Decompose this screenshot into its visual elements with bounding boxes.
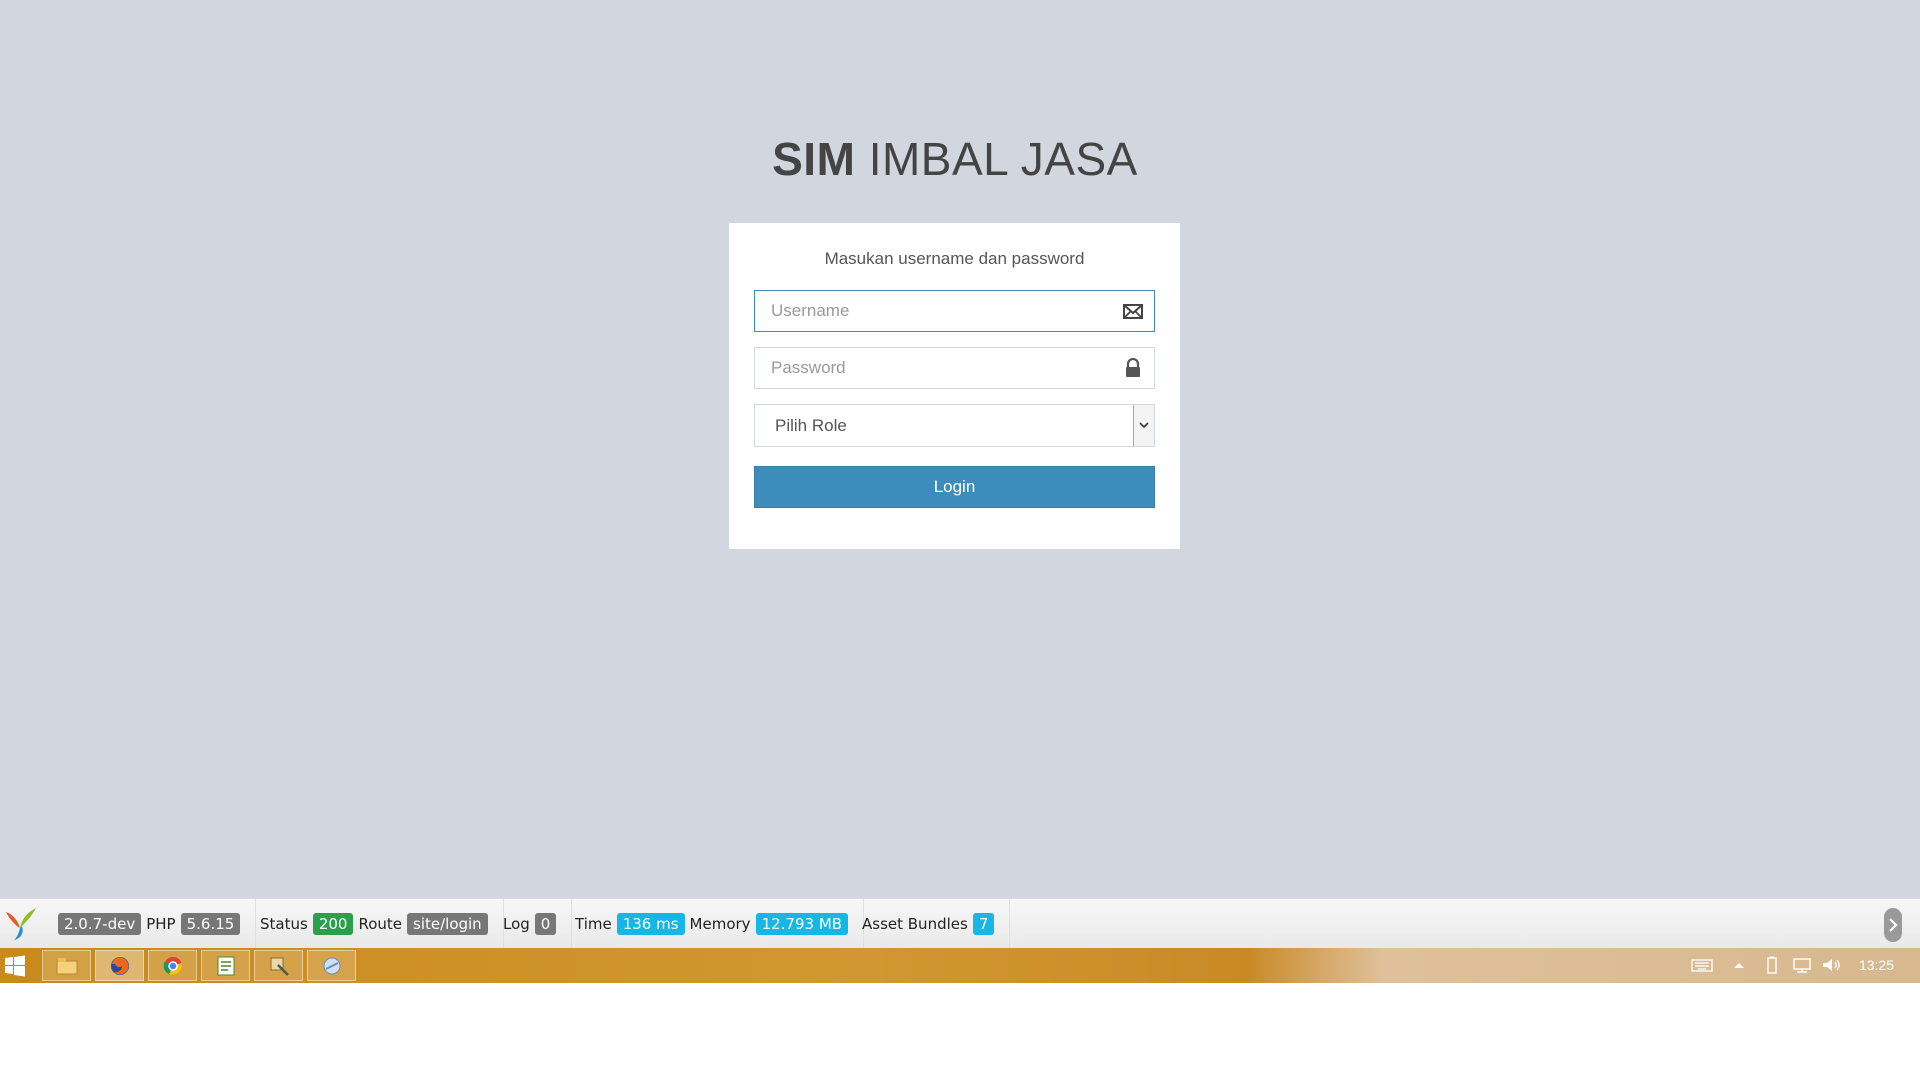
notepad-icon — [217, 956, 234, 975]
logo-light: IMBAL JASA — [868, 133, 1138, 185]
taskbar-file-explorer[interactable] — [42, 950, 91, 981]
windows-start-icon[interactable] — [4, 955, 26, 977]
php-version-badge: 5.6.15 — [180, 912, 241, 935]
status-label: Status — [260, 914, 308, 933]
taskbar-notepad[interactable] — [201, 950, 250, 981]
taskbar-clock[interactable]: 13:25 — [1859, 957, 1894, 973]
php-label: PHP — [146, 914, 176, 933]
version-badge: 2.0.7-dev — [58, 912, 142, 935]
debug-version-block[interactable]: 2.0.7-dev PHP 5.6.15 — [48, 899, 257, 948]
status-badge: 200 — [312, 912, 354, 935]
yii-logo-icon[interactable] — [2, 904, 40, 942]
firefox-icon — [110, 956, 129, 975]
log-badge: 0 — [534, 912, 557, 935]
password-field[interactable] — [754, 347, 1155, 389]
tool-icon — [270, 957, 289, 976]
taskbar-tool[interactable] — [254, 950, 303, 981]
route-badge: site/login — [407, 912, 488, 935]
app-logo: SIM IMBAL JASA — [0, 132, 1910, 186]
debug-performance-block[interactable]: Time 136 ms Memory 12.793 MB — [565, 899, 865, 948]
keyboard-icon[interactable] — [1691, 956, 1713, 974]
chrome-icon — [163, 956, 182, 975]
blank-area — [0, 983, 1920, 1080]
taskbar-network-app[interactable] — [307, 950, 356, 981]
file-explorer-icon — [56, 957, 77, 974]
chevron-right-icon — [1889, 918, 1898, 932]
chevron-down-icon[interactable] — [1133, 405, 1154, 446]
password-input[interactable] — [755, 348, 1154, 388]
memory-badge: 12.793 MB — [755, 912, 849, 935]
logo-bold: SIM — [772, 133, 856, 185]
volume-icon[interactable] — [1820, 956, 1842, 974]
windows-taskbar: 13:25 — [0, 948, 1920, 983]
debug-toolbar: 2.0.7-dev PHP 5.6.15 Status 200 Route si… — [0, 898, 1920, 948]
envelope-icon — [1123, 304, 1143, 319]
memory-label: Memory — [689, 914, 751, 933]
asset-bundles-label: Asset Bundles — [862, 914, 968, 933]
debug-assets-block[interactable]: Asset Bundles 7 — [852, 899, 1011, 948]
chevron-up-icon[interactable] — [1731, 956, 1747, 974]
taskbar-firefox[interactable] — [95, 950, 144, 981]
username-input[interactable] — [755, 291, 1154, 331]
debug-log-block[interactable]: Log 0 — [493, 899, 573, 948]
toolbar-toggle-button[interactable] — [1884, 908, 1902, 942]
lock-icon — [1126, 358, 1140, 377]
network-app-icon — [323, 957, 340, 974]
role-select-value: Pilih Role — [775, 416, 847, 435]
role-select[interactable]: Pilih Role — [754, 404, 1155, 447]
username-field[interactable] — [754, 290, 1155, 332]
battery-icon[interactable] — [1762, 956, 1784, 974]
log-label: Log — [503, 914, 530, 933]
login-button[interactable]: Login — [754, 466, 1155, 508]
route-label: Route — [358, 914, 402, 933]
network-icon[interactable] — [1791, 956, 1813, 974]
login-box: Masukan username dan password Pilih Role — [729, 223, 1180, 549]
taskbar-chrome[interactable] — [148, 950, 197, 981]
debug-request-block[interactable]: Status 200 Route site/login — [250, 899, 504, 948]
browser-viewport: SIM IMBAL JASA Masukan username dan pass… — [0, 0, 1920, 898]
time-label: Time — [575, 914, 612, 933]
asset-bundles-badge: 7 — [972, 912, 995, 935]
time-badge: 136 ms — [616, 912, 685, 935]
login-message: Masukan username dan password — [824, 249, 1085, 268]
